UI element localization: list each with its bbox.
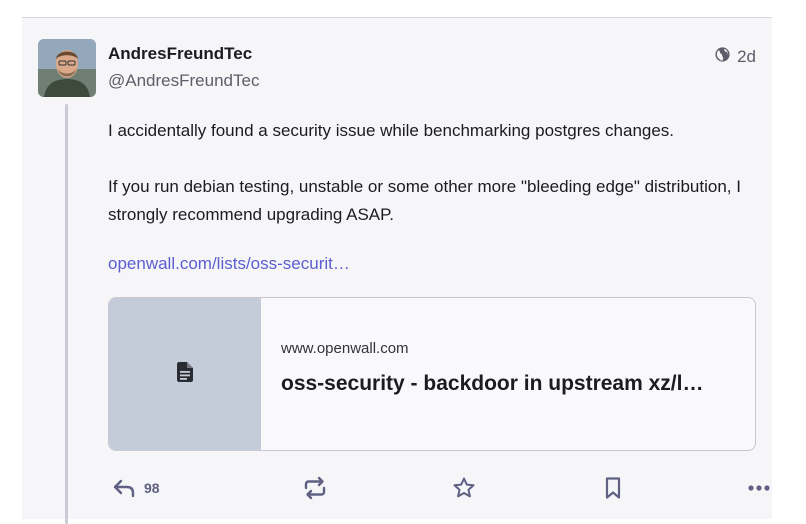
- boost-icon: [302, 476, 328, 500]
- card-title: oss-security - backdoor in upstream xz/l…: [281, 372, 704, 395]
- thread-line: [65, 104, 68, 524]
- favourite-button[interactable]: [452, 473, 476, 503]
- globe-icon: [714, 46, 731, 68]
- document-icon: [177, 361, 193, 387]
- post-meta: 2d: [714, 46, 756, 68]
- bookmark-icon: [603, 476, 623, 500]
- boost-button[interactable]: [302, 473, 328, 503]
- star-icon: [452, 476, 476, 500]
- card-thumbnail: [109, 298, 261, 450]
- link-preview-card[interactable]: www.openwall.com oss-security - backdoor…: [108, 297, 756, 451]
- post-paragraph: If you run debian testing, unstable or s…: [108, 177, 741, 224]
- display-name[interactable]: AndresFreundTec: [108, 44, 252, 64]
- card-domain: www.openwall.com: [281, 340, 409, 357]
- more-icon: [748, 484, 770, 492]
- more-button[interactable]: [748, 473, 770, 503]
- bookmark-button[interactable]: [603, 473, 623, 503]
- reply-icon: [112, 478, 136, 498]
- post-paragraph: I accidentally found a security issue wh…: [108, 121, 675, 140]
- post-content: I accidentally found a security issue wh…: [108, 117, 758, 229]
- action-bar: 98: [108, 473, 770, 503]
- timestamp[interactable]: 2d: [737, 47, 756, 67]
- reply-button[interactable]: 98: [112, 473, 160, 503]
- account-handle[interactable]: @AndresFreundTec: [108, 71, 259, 91]
- avatar[interactable]: [38, 39, 96, 97]
- post[interactable]: AndresFreundTec @AndresFreundTec 2d I ac…: [22, 17, 772, 524]
- reply-count: 98: [144, 480, 160, 496]
- post-link[interactable]: openwall.com/lists/oss-securit…: [108, 254, 350, 274]
